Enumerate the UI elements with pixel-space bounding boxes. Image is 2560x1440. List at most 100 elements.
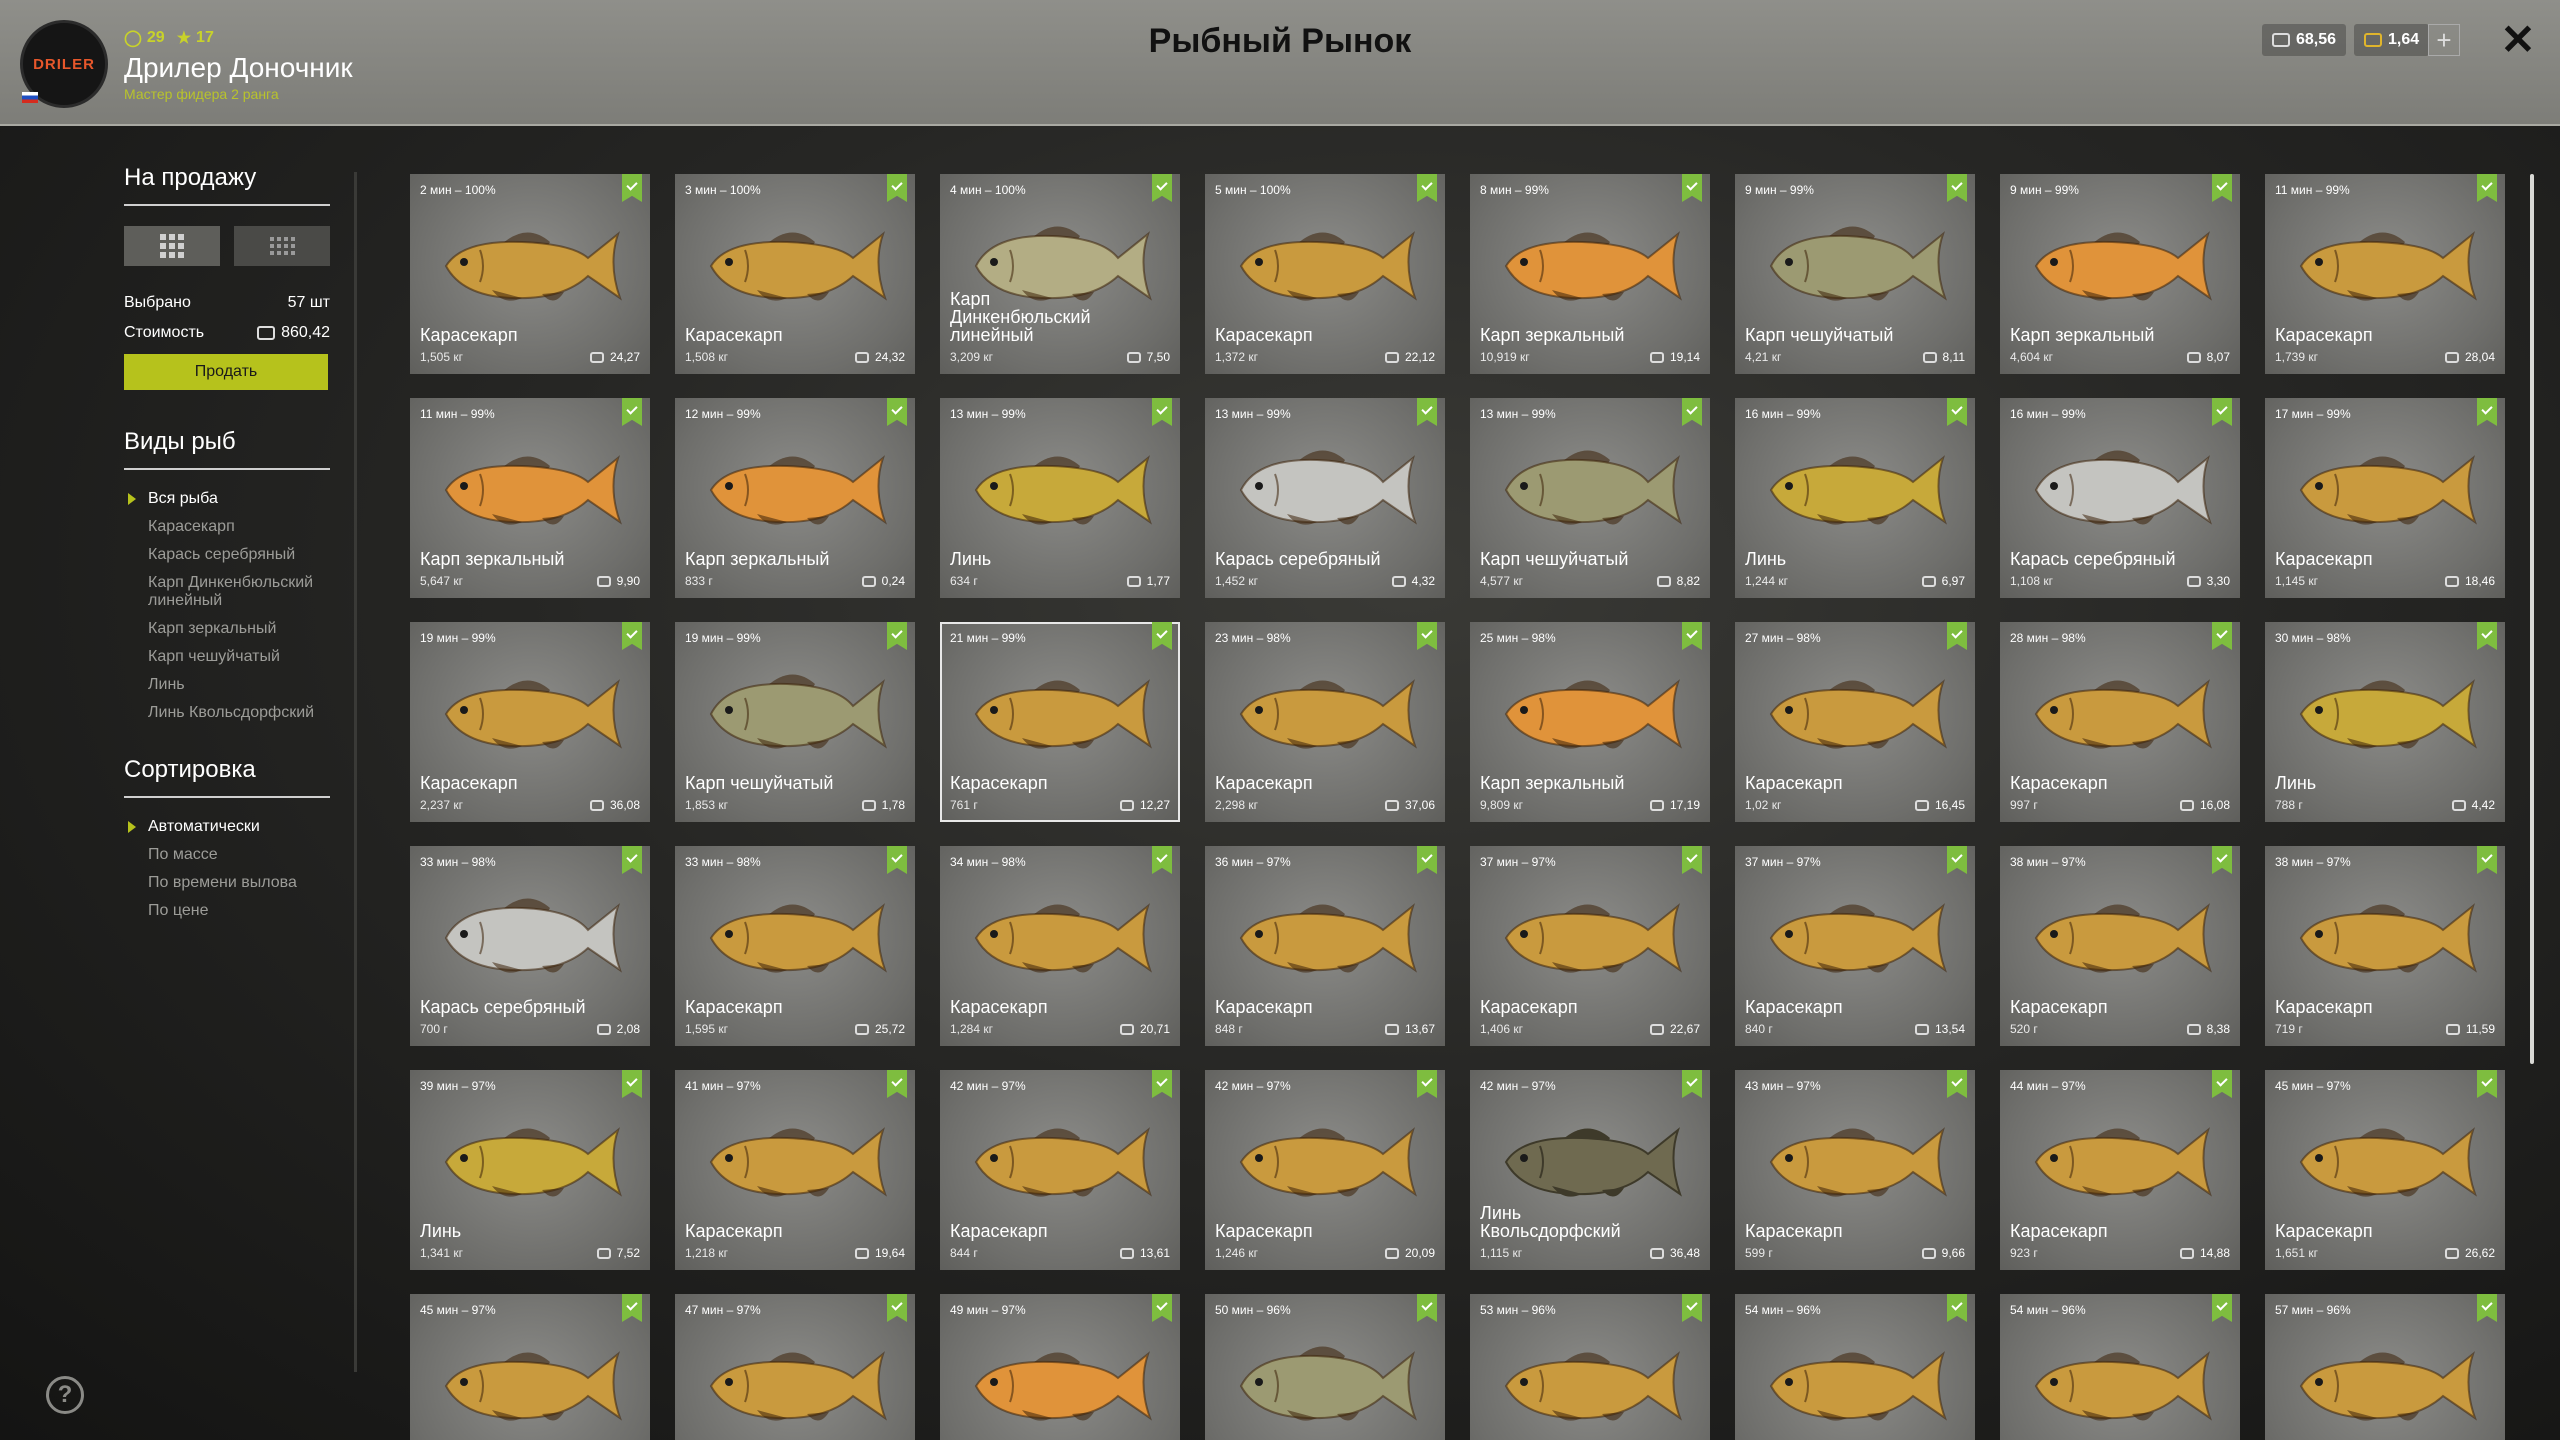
fish-card[interactable]: 38 мин – 97% Карасекарп 520 г 8,38 [2000,846,2240,1046]
selected-bookmark-icon[interactable] [1152,846,1172,874]
selected-bookmark-icon[interactable] [1417,174,1437,202]
selected-bookmark-icon[interactable] [1682,398,1702,426]
fish-card[interactable]: 50 мин – 96% [1205,1294,1445,1440]
fish-card[interactable]: 9 мин – 99% Карп чешуйчатый 4,21 кг 8,11 [1735,174,1975,374]
selected-bookmark-icon[interactable] [2212,622,2232,650]
selected-bookmark-icon[interactable] [1417,1294,1437,1322]
fish-card[interactable]: 42 мин – 97% Линь Квольсдорфский 1,115 кг 3… [1470,1070,1710,1270]
selected-bookmark-icon[interactable] [1417,1070,1437,1098]
selected-bookmark-icon[interactable] [622,1294,642,1322]
selected-bookmark-icon[interactable] [2212,1070,2232,1098]
fish-card[interactable]: 12 мин – 99% Карп зеркальный 833 г 0,24 [675,398,915,598]
selected-bookmark-icon[interactable] [1417,398,1437,426]
fish-card[interactable]: 34 мин – 98% Карасекарп 1,284 кг 20,71 [940,846,1180,1046]
fish-card[interactable]: 37 мин – 97% Карасекарп 840 г 13,54 [1735,846,1975,1046]
selected-bookmark-icon[interactable] [887,1070,907,1098]
species-item-linear-carp[interactable]: Карп Динкенбюльский линейный [124,574,330,610]
fish-card[interactable]: 2 мин – 100% Карасекарп 1,505 кг 24,27 [410,174,650,374]
selected-bookmark-icon[interactable] [1417,622,1437,650]
fish-card[interactable]: 21 мин – 99% Карасекарп 761 г 12,27 [940,622,1180,822]
fish-card[interactable]: 25 мин – 98% Карп зеркальный 9,809 кг 17,19 [1470,622,1710,822]
fish-card[interactable]: 54 мин – 96% [1735,1294,1975,1440]
sort-by-mass[interactable]: По массе [124,846,330,864]
selected-bookmark-icon[interactable] [1947,174,1967,202]
large-grid-view-button[interactable] [124,226,220,266]
selected-bookmark-icon[interactable] [1682,1294,1702,1322]
selected-bookmark-icon[interactable] [1947,1294,1967,1322]
sort-by-price[interactable]: По цене [124,902,330,920]
fish-card[interactable]: 30 мин – 98% Линь 788 г 4,42 [2265,622,2505,822]
selected-bookmark-icon[interactable] [887,398,907,426]
selected-bookmark-icon[interactable] [1152,1294,1172,1322]
species-item-kwolsdorf-tench[interactable]: Линь Квольсдорфский [124,704,330,722]
fish-card[interactable]: 11 мин – 99% Карп зеркальный 5,647 кг 9,90 [410,398,650,598]
fish-card[interactable]: 19 мин – 99% Карп чешуйчатый 1,853 кг 1,78 [675,622,915,822]
selected-bookmark-icon[interactable] [2477,1070,2497,1098]
selected-bookmark-icon[interactable] [2477,846,2497,874]
selected-bookmark-icon[interactable] [887,174,907,202]
species-item-carp-crucian[interactable]: Карасекарп [124,518,330,536]
fish-card[interactable]: 28 мин – 98% Карасекарп 997 г 16,08 [2000,622,2240,822]
selected-bookmark-icon[interactable] [2212,1294,2232,1322]
fish-card[interactable]: 38 мин – 97% Карасекарп 719 г 11,59 [2265,846,2505,1046]
fish-card[interactable]: 33 мин – 98% Карасекарп 1,595 кг 25,72 [675,846,915,1046]
selected-bookmark-icon[interactable] [1682,622,1702,650]
selected-bookmark-icon[interactable] [2477,1294,2497,1322]
selected-bookmark-icon[interactable] [1947,1070,1967,1098]
selected-bookmark-icon[interactable] [2477,174,2497,202]
fish-card[interactable]: 49 мин – 97% [940,1294,1180,1440]
grid-scrollbar[interactable] [2530,174,2534,1064]
selected-bookmark-icon[interactable] [1947,846,1967,874]
selected-bookmark-icon[interactable] [2477,622,2497,650]
fish-card[interactable]: 19 мин – 99% Карасекарп 2,237 кг 36,08 [410,622,650,822]
selected-bookmark-icon[interactable] [1682,1070,1702,1098]
sort-by-catch-time[interactable]: По времени вылова [124,874,330,892]
fish-card[interactable]: 13 мин – 99% Линь 634 г 1,77 [940,398,1180,598]
species-item-silver-crucian[interactable]: Карась серебряный [124,546,330,564]
fish-card[interactable]: 8 мин – 99% Карп зеркальный 10,919 кг 19,14 [1470,174,1710,374]
selected-bookmark-icon[interactable] [2212,846,2232,874]
fish-card[interactable]: 45 мин – 97% [410,1294,650,1440]
fish-card[interactable]: 33 мин – 98% Карась серебряный 700 г 2,08 [410,846,650,1046]
sort-auto[interactable]: Автоматически [124,818,330,836]
fish-card[interactable]: 4 мин – 100% Карп Динкенбюльский линейный… [940,174,1180,374]
selected-bookmark-icon[interactable] [1417,846,1437,874]
selected-bookmark-icon[interactable] [1947,622,1967,650]
selected-bookmark-icon[interactable] [1682,846,1702,874]
fish-card[interactable]: 53 мин – 96% [1470,1294,1710,1440]
sell-button[interactable]: Продать [124,354,328,390]
species-item-all[interactable]: Вся рыба [124,490,330,508]
fish-card[interactable]: 36 мин – 97% Карасекарп 848 г 13,67 [1205,846,1445,1046]
selected-bookmark-icon[interactable] [2212,174,2232,202]
selected-bookmark-icon[interactable] [622,622,642,650]
fish-card[interactable]: 47 мин – 97% [675,1294,915,1440]
fish-card[interactable]: 16 мин – 99% Карась серебряный 1,108 кг 3,3… [2000,398,2240,598]
fish-card[interactable]: 42 мин – 97% Карасекарп 1,246 кг 20,09 [1205,1070,1445,1270]
fish-card[interactable]: 57 мин – 96% [2265,1294,2505,1440]
add-currency-button[interactable]: + [2428,24,2460,56]
fish-card[interactable]: 5 мин – 100% Карасекарп 1,372 кг 22,12 [1205,174,1445,374]
species-item-mirror-carp[interactable]: Карп зеркальный [124,620,330,638]
selected-bookmark-icon[interactable] [622,1070,642,1098]
fish-card[interactable]: 27 мин – 98% Карасекарп 1,02 кг 16,45 [1735,622,1975,822]
fish-card[interactable]: 44 мин – 97% Карасекарп 923 г 14,88 [2000,1070,2240,1270]
selected-bookmark-icon[interactable] [887,1294,907,1322]
species-item-common-carp[interactable]: Карп чешуйчатый [124,648,330,666]
fish-card[interactable]: 13 мин – 99% Карп чешуйчатый 4,577 кг 8,82 [1470,398,1710,598]
fish-card[interactable]: 41 мин – 97% Карасекарп 1,218 кг 19,64 [675,1070,915,1270]
fish-card[interactable]: 9 мин – 99% Карп зеркальный 4,604 кг 8,07 [2000,174,2240,374]
close-button[interactable]: ✕ [2496,18,2540,62]
fish-card[interactable]: 45 мин – 97% Карасекарп 1,651 кг 26,62 [2265,1070,2505,1270]
fish-card[interactable]: 13 мин – 99% Карась серебряный 1,452 кг 4,3… [1205,398,1445,598]
fish-card[interactable]: 17 мин – 99% Карасекарп 1,145 кг 18,46 [2265,398,2505,598]
selected-bookmark-icon[interactable] [1152,622,1172,650]
selected-bookmark-icon[interactable] [622,398,642,426]
selected-bookmark-icon[interactable] [1152,174,1172,202]
fish-card[interactable]: 3 мин – 100% Карасекарп 1,508 кг 24,32 [675,174,915,374]
fish-card[interactable]: 23 мин – 98% Карасекарп 2,298 кг 37,06 [1205,622,1445,822]
selected-bookmark-icon[interactable] [622,846,642,874]
fish-card[interactable]: 16 мин – 99% Линь 1,244 кг 6,97 [1735,398,1975,598]
selected-bookmark-icon[interactable] [2477,398,2497,426]
selected-bookmark-icon[interactable] [1152,1070,1172,1098]
selected-bookmark-icon[interactable] [1947,398,1967,426]
